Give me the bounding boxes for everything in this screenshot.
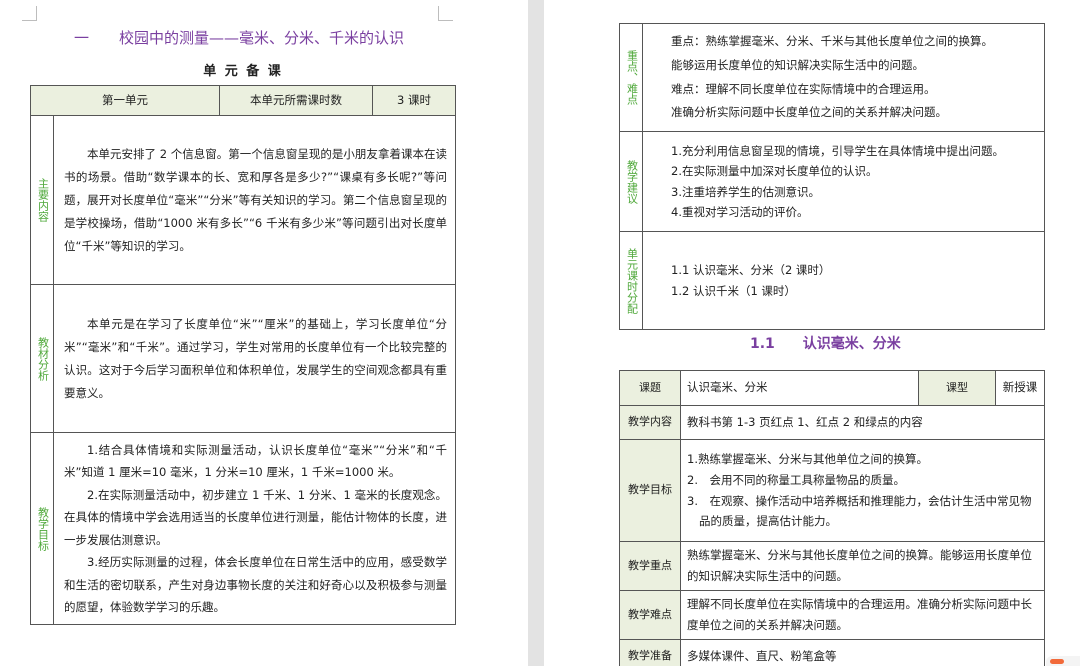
table-row: 主要内容 本单元安排了 2 个信息窗。第一个信息窗呈现的是小朋友拿着课本在读书的… [30,115,456,285]
row-label: 教材分析 [30,284,54,433]
row-label: 教学目标 [619,439,681,542]
chapter-title: 一 校园中的测量——毫米、分米、千米的认识 [74,29,405,47]
crop-mark [22,6,37,21]
topic-label: 课题 [619,370,681,406]
table-row: 教学准备 多媒体课件、直尺、粉笔盒等 [619,639,1045,666]
table-row: 教学重点 熟练掌握毫米、分米与其他长度单位之间的换算。能够运用长度单位的知识解决… [619,541,1045,591]
row-label: 教学建议 [619,131,643,232]
unit-cell: 第一单元 [30,85,220,116]
row-label: 教学目标 [30,431,54,626]
row-line: 2.在实际测量中加深对长度单位的认识。 [671,164,878,179]
row-line: 重点：熟练掌握毫米、分米、千米与其他长度单位之间的换算。 [671,34,993,49]
plan-table: 重点、难点 重点：熟练掌握毫米、分米、千米与其他长度单位之间的换算。 能够运用长… [619,23,1045,330]
section-title: 单 元 备 课 [203,64,283,79]
row-line: 熟练掌握毫米、分米与其他长度单位之间的换算。能够运用长度单位的知识解决实际生活中… [680,541,1045,591]
row-line: 1.熟练掌握毫米、分米与其他单位之间的换算。 [687,452,928,467]
row-label: 单元课时分配 [619,231,643,330]
row-line: 准确分析实际问题中长度单位之间的关系并解决问题。 [671,105,947,120]
lesson-table: 课题 认识毫米、分米 课型 新授课 教学内容 教科书第 1-3 页红点 1、红点… [619,370,1045,666]
row-line: 1.1 认识毫米、分米（2 课时） [671,263,831,278]
corner-badge [1046,656,1080,666]
table-row: 单元课时分配 1.1 认识毫米、分米（2 课时） 1.2 认识千米（1 课时） [619,231,1045,330]
row-line: 理解不同长度单位在实际情境中的合理运用。准确分析实际问题中长度单位之间的关系并解… [680,590,1045,640]
row-text: 3.经历实际测量的过程，体会长度单位在日常生活中的应用，感受数学和生活的密切联系… [64,555,447,614]
row-line: 1.充分利用信息窗呈现的情境，引导学生在具体情境中提出问题。 [671,144,1004,159]
table-row: 课题 认识毫米、分米 课型 新授课 [619,370,1045,406]
row-text: 本单元是在学习了长度单位“米”“厘米”的基础上，学习长度单位“分米”“毫米”和“… [64,316,447,400]
table-row: 教学内容 教科书第 1-3 页红点 1、红点 2 和绿点的内容 [619,405,1045,440]
hours-label-cell: 本单元所需课时数 [219,85,373,116]
row-line: 多媒体课件、直尺、粉笔盒等 [680,639,1045,666]
unit-table: 第一单元 本单元所需课时数 3 课时 主要内容 本单元安排了 2 个信息窗。第一… [30,85,456,626]
table-row: 重点、难点 重点：熟练掌握毫米、分米、千米与其他长度单位之间的换算。 能够运用长… [619,23,1045,132]
table-row: 教学目标 1.熟练掌握毫米、分米与其他单位之间的换算。 2. 会用不同的称量工具… [619,439,1045,542]
row-label: 教学准备 [619,639,681,666]
row-line: 2. 会用不同的称量工具称量物品的质量。 [687,472,905,487]
type-label: 课型 [918,370,996,406]
table-row: 教学建议 1.充分利用信息窗呈现的情境，引导学生在具体情境中提出问题。 2.在实… [619,131,1045,232]
lesson-title: 1.1 认识毫米、分米 [750,336,901,352]
page-gap [528,0,544,666]
table-row: 教学目标 1.结合具体情境和实际测量活动，认识长度单位“毫米”“分米”和“千米”… [30,431,456,626]
row-text: 1.结合具体情境和实际测量活动，认识长度单位“毫米”“分米”和“千米”知道 1 … [64,443,447,480]
table-row: 教材分析 本单元是在学习了长度单位“米”“厘米”的基础上，学习长度单位“分米”“… [30,284,456,433]
row-line: 4.重视对学习活动的评价。 [671,204,809,219]
document-page-left: 一 校园中的测量——毫米、分米、千米的认识 单 元 备 课 第一单元 本单元所需… [0,0,528,666]
row-line: 难点：理解不同长度单位在实际情境中的合理运用。 [671,81,936,96]
crop-mark [438,6,453,21]
row-line: 3. 在观察、操作活动中培养概括和推理能力，会估计生活中常见物品的质量，提高估计… [687,493,1032,529]
hours-value-cell: 3 课时 [372,85,456,116]
row-line: 1.2 认识千米（1 课时） [671,283,796,298]
row-label: 主要内容 [30,115,54,285]
row-label: 教学内容 [619,405,681,440]
row-label: 教学难点 [619,590,681,640]
table-row: 教学难点 理解不同长度单位在实际情境中的合理运用。准确分析实际问题中长度单位之间… [619,590,1045,640]
type-value: 新授课 [995,370,1045,406]
row-text: 本单元安排了 2 个信息窗。第一个信息窗呈现的是小朋友拿着课本在读书的场景。借助… [64,146,447,253]
row-text: 2.在实际测量活动中，初步建立 1 千米、1 分米、1 毫米的长度观念。在具体的… [64,487,447,547]
topic-value: 认识毫米、分米 [680,370,919,406]
document-page-right: 重点、难点 重点：熟练掌握毫米、分米、千米与其他长度单位之间的换算。 能够运用长… [544,0,1080,666]
row-line: 能够运用长度单位的知识解决实际生活中的问题。 [671,57,924,72]
row-label: 重点、难点 [619,23,643,132]
row-label: 教学重点 [619,541,681,591]
row-line: 教科书第 1-3 页红点 1、红点 2 和绿点的内容 [680,405,1045,440]
row-line: 3.注重培养学生的估测意识。 [671,184,820,199]
